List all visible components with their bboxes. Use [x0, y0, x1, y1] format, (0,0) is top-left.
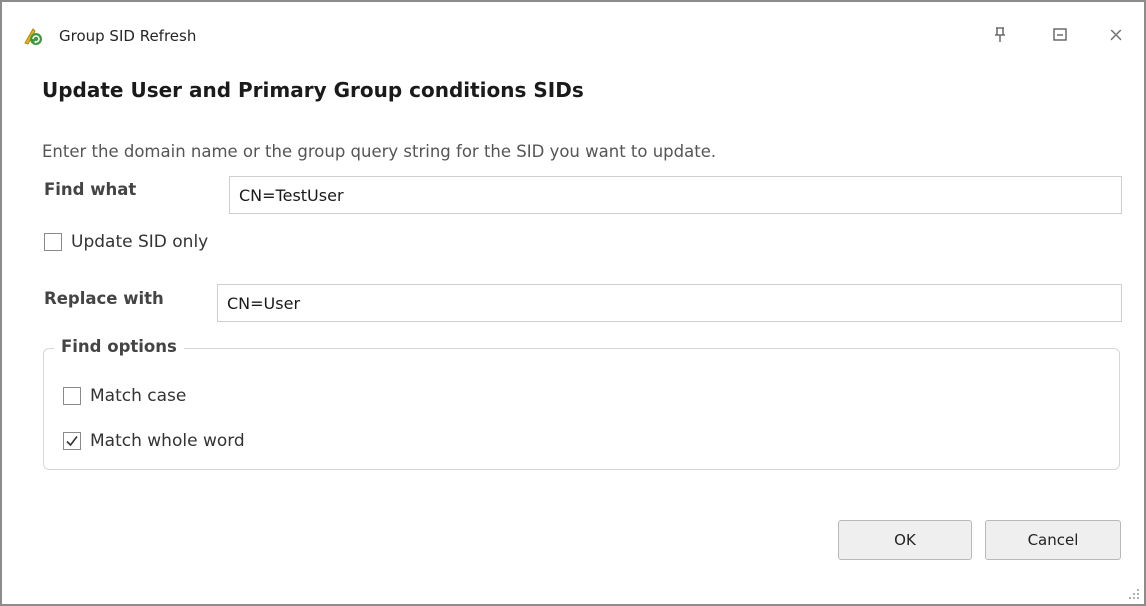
dialog-heading: Update User and Primary Group conditions…	[42, 78, 584, 102]
match-case-label: Match case	[90, 386, 187, 406]
match-whole-word-checkbox[interactable]: Match whole word	[63, 431, 245, 451]
find-what-label: Find what	[44, 180, 137, 199]
close-icon[interactable]	[1106, 25, 1126, 45]
cancel-button[interactable]: Cancel	[985, 520, 1121, 560]
dialog-description: Enter the domain name or the group query…	[42, 142, 717, 161]
checkbox-box[interactable]	[63, 432, 81, 450]
pin-icon[interactable]	[990, 25, 1010, 45]
title-bar: Group SID Refresh	[2, 2, 1144, 52]
checkbox-box[interactable]	[63, 387, 81, 405]
group-sid-refresh-icon	[24, 28, 42, 45]
replace-with-label: Replace with	[44, 289, 164, 308]
match-case-checkbox[interactable]: Match case	[63, 386, 186, 406]
replace-with-input[interactable]: CN=User	[217, 284, 1122, 322]
checkmark-icon	[66, 436, 78, 447]
update-sid-only-checkbox[interactable]: Update SID only	[44, 232, 208, 252]
window-title: Group SID Refresh	[59, 27, 197, 45]
update-sid-only-label: Update SID only	[71, 232, 209, 252]
dialog-window: Group SID Refresh Update User and Primar…	[0, 0, 1146, 606]
checkbox-box[interactable]	[44, 233, 62, 251]
resize-grip-icon[interactable]	[1126, 586, 1140, 600]
ok-button[interactable]: OK	[838, 520, 972, 560]
find-what-input[interactable]: CN=TestUser	[229, 176, 1122, 214]
maximize-icon[interactable]	[1050, 25, 1070, 45]
find-options-group	[43, 348, 1120, 470]
match-whole-word-label: Match whole word	[90, 431, 245, 451]
find-options-title: Find options	[54, 337, 184, 356]
